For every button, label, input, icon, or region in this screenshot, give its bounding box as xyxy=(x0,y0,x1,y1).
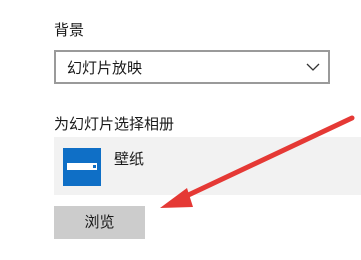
folder-icon xyxy=(63,148,101,186)
chevron-down-icon xyxy=(306,63,320,71)
background-dropdown[interactable]: 幻灯片放映 xyxy=(54,50,330,84)
choose-album-label: 为幻灯片选择相册 xyxy=(54,115,175,133)
album-list-item[interactable]: 壁纸 xyxy=(54,137,361,195)
background-dropdown-value: 幻灯片放映 xyxy=(67,59,143,77)
album-name: 壁纸 xyxy=(114,150,145,168)
background-label: 背景 xyxy=(54,21,85,39)
browse-button[interactable]: 浏览 xyxy=(54,206,145,239)
